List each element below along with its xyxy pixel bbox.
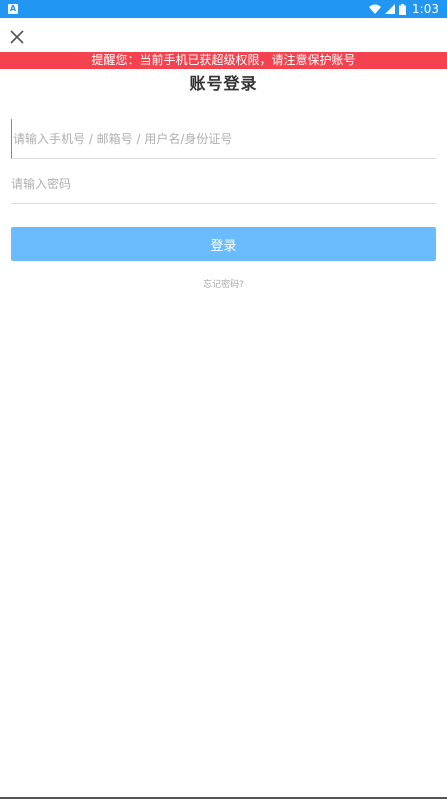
status-time: 1:03 bbox=[412, 2, 439, 16]
page-title: 账号登录 bbox=[189, 74, 258, 93]
forgot-password-link[interactable]: 忘记密码? bbox=[0, 277, 447, 290]
status-bar: A 1:03 bbox=[0, 0, 447, 18]
close-button[interactable] bbox=[6, 26, 28, 48]
battery-icon bbox=[399, 3, 407, 15]
app-notification-icon: A bbox=[8, 4, 18, 14]
password-input[interactable] bbox=[11, 164, 436, 204]
login-button[interactable]: 登录 bbox=[11, 227, 436, 261]
close-icon bbox=[10, 30, 24, 44]
cell-signal-icon bbox=[385, 4, 396, 14]
wifi-icon bbox=[369, 4, 382, 14]
status-bar-left: A bbox=[8, 4, 18, 14]
account-input[interactable] bbox=[11, 119, 436, 159]
root-warning-banner: 提醒您：当前手机已获超级权限，请注意保护账号 bbox=[0, 52, 447, 69]
status-bar-right: 1:03 bbox=[369, 2, 439, 16]
